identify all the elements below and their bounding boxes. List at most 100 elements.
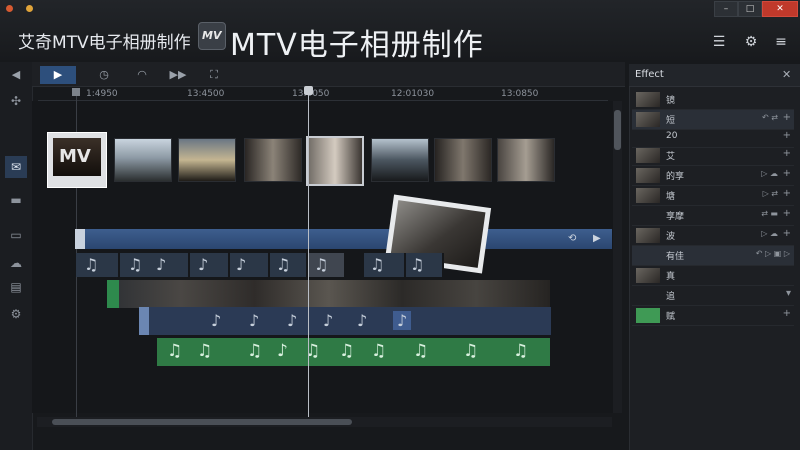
back-icon[interactable]: ◀ bbox=[0, 66, 32, 84]
music-note-icon: ♪ bbox=[249, 311, 260, 330]
effect-close-icon[interactable]: ✕ bbox=[782, 68, 791, 81]
layers-icon[interactable]: ▤ bbox=[5, 276, 27, 298]
photo-thumbnail[interactable] bbox=[371, 138, 429, 182]
ruler-label: 13:0850 bbox=[501, 89, 539, 99]
effect-row[interactable]: 塘 ▷ ⇄ + bbox=[632, 186, 794, 206]
frame-icon[interactable]: ▭ bbox=[5, 224, 27, 246]
effect-row[interactable]: 波 ▷ ☁ + bbox=[632, 226, 794, 246]
effect-row[interactable]: 镜 bbox=[632, 90, 794, 110]
photo-track[interactable] bbox=[107, 280, 550, 308]
music-clip[interactable]: ♫ ♪ bbox=[120, 253, 190, 277]
effect-controls[interactable]: ↶ ⇄ bbox=[762, 113, 778, 122]
effect-label: 波 bbox=[666, 232, 676, 242]
app-title: 艾奇MTV电子相册制作 bbox=[18, 33, 191, 53]
add-effect-icon[interactable]: + bbox=[783, 208, 791, 219]
music-clip[interactable]: ♪ bbox=[230, 253, 270, 277]
mail-icon[interactable]: ✉ bbox=[5, 156, 27, 178]
add-effect-icon[interactable]: + bbox=[783, 148, 791, 159]
minimize-button[interactable]: – bbox=[714, 1, 738, 17]
music-clip[interactable]: ♪ bbox=[190, 253, 230, 277]
menu-icon[interactable]: ≡ bbox=[768, 30, 794, 54]
effect-label: 塘 bbox=[666, 192, 676, 202]
maximize-button[interactable]: □ bbox=[738, 1, 762, 17]
add-effect-icon[interactable]: + bbox=[783, 228, 791, 239]
effect-row[interactable]: 有佳 ↶ ▷ ▣ ▷ bbox=[632, 246, 794, 266]
photo-thumbnail[interactable] bbox=[114, 138, 172, 182]
effect-row[interactable]: 追 ▾ bbox=[632, 286, 794, 306]
play-button[interactable]: ▶ bbox=[40, 66, 76, 84]
music-note-icon: ♫ bbox=[84, 255, 99, 274]
music-note-icon: ♫ bbox=[410, 255, 425, 274]
selected-photo-thumbnail[interactable] bbox=[306, 136, 364, 186]
mv-thumbnail[interactable]: MV bbox=[47, 132, 107, 188]
effect-label: 短 bbox=[666, 116, 676, 126]
effect-controls[interactable]: ▷ ⇄ bbox=[763, 189, 778, 198]
playhead-line bbox=[308, 88, 309, 426]
photo-thumbnail[interactable] bbox=[178, 138, 236, 182]
fast-forward-icon[interactable]: ▶▶ bbox=[160, 66, 196, 84]
music-note-icon: ♫ bbox=[370, 255, 385, 274]
track-play-icon[interactable]: ▶ bbox=[593, 233, 601, 244]
music-note-icon: ♫ bbox=[197, 341, 213, 361]
signal-icon[interactable]: ◠ bbox=[124, 66, 160, 84]
list-icon[interactable]: ☰ bbox=[706, 30, 732, 54]
music-clip[interactable]: ♫ bbox=[364, 253, 406, 277]
effect-controls[interactable]: ▷ ☁ bbox=[761, 169, 778, 178]
photo-track-start bbox=[107, 280, 119, 308]
music-note-icon: ♫ bbox=[247, 341, 263, 361]
music-note-icon: ♪ bbox=[236, 255, 247, 274]
playhead-handle[interactable] bbox=[304, 86, 313, 95]
timer-icon[interactable]: ◷ bbox=[86, 66, 122, 84]
video-track-start bbox=[75, 229, 85, 249]
music-clip[interactable]: ♫ bbox=[308, 253, 346, 277]
window-dot-orange[interactable] bbox=[26, 5, 33, 12]
chat-icon[interactable]: ☁ bbox=[5, 252, 27, 274]
effect-row[interactable]: 享摩 ⇄ ▬ + bbox=[632, 206, 794, 226]
audio-track[interactable]: ♪ ♪ ♪ ♪ ♪ ♪ bbox=[139, 307, 551, 335]
photo-thumbnail[interactable] bbox=[244, 138, 302, 182]
effect-row[interactable]: 真 bbox=[632, 266, 794, 286]
loop-icon[interactable]: ⟲ bbox=[568, 233, 576, 244]
settings-icon[interactable]: ⚙ bbox=[5, 303, 27, 325]
vertical-scrollbar-thumb[interactable] bbox=[614, 110, 621, 150]
music-clip[interactable]: ♫ bbox=[406, 253, 444, 277]
effect-thumbnail bbox=[636, 92, 660, 107]
effect-label: 的享 bbox=[666, 172, 685, 182]
folder-icon[interactable]: ▬ bbox=[5, 189, 27, 211]
grid-icon[interactable]: ✣ bbox=[5, 90, 27, 112]
effect-thumbnail bbox=[636, 268, 660, 283]
photo-thumbnail[interactable] bbox=[497, 138, 555, 182]
music-clip[interactable]: ♫ bbox=[76, 253, 120, 277]
add-effect-icon[interactable]: + bbox=[783, 112, 791, 123]
add-effect-icon[interactable]: + bbox=[783, 188, 791, 199]
effect-controls[interactable]: ↶ ▷ ▣ ▷ bbox=[756, 249, 790, 258]
gear-icon[interactable]: ⚙ bbox=[738, 30, 764, 54]
expand-icon[interactable]: ▾ bbox=[786, 288, 791, 299]
effect-row[interactable]: 赋 + bbox=[632, 306, 794, 326]
horizontal-scrollbar-thumb[interactable] bbox=[52, 419, 352, 425]
add-effect-icon[interactable]: + bbox=[783, 168, 791, 179]
close-button[interactable]: ✕ bbox=[762, 1, 798, 17]
window-dot-red[interactable] bbox=[6, 5, 13, 12]
effect-label: 艾 bbox=[666, 152, 676, 162]
effect-row[interactable]: 的享 ▷ ☁ + bbox=[632, 166, 794, 186]
effect-controls[interactable]: ▷ ☁ bbox=[761, 229, 778, 238]
effect-controls[interactable]: ⇄ ▬ bbox=[761, 209, 778, 218]
start-marker-handle[interactable] bbox=[72, 88, 80, 96]
background-music-track[interactable]: ♫ ♫ ♫ ♪ ♫ ♫ ♫ ♫ ♫ ♫ bbox=[157, 338, 550, 366]
effect-row[interactable]: 20 + bbox=[632, 128, 794, 148]
app-logo-text: MV bbox=[202, 29, 222, 42]
music-note-icon: ♪ bbox=[156, 255, 167, 274]
effect-row[interactable]: 艾 + bbox=[632, 146, 794, 166]
video-track[interactable] bbox=[75, 229, 612, 249]
add-effect-icon[interactable]: + bbox=[783, 130, 791, 141]
music-note-icon: ♪ bbox=[211, 311, 222, 330]
fullscreen-icon[interactable]: ⛶ bbox=[196, 66, 232, 84]
add-effect-icon[interactable]: + bbox=[783, 308, 791, 319]
music-clip[interactable]: ♫ bbox=[270, 253, 308, 277]
music-note-icon: ♪ bbox=[198, 255, 209, 274]
effect-row[interactable]: 短 ↶ ⇄ + bbox=[632, 110, 794, 130]
effect-thumbnail bbox=[636, 228, 660, 243]
photo-thumbnail[interactable] bbox=[434, 138, 492, 182]
effect-label: 有佳 bbox=[666, 252, 685, 262]
